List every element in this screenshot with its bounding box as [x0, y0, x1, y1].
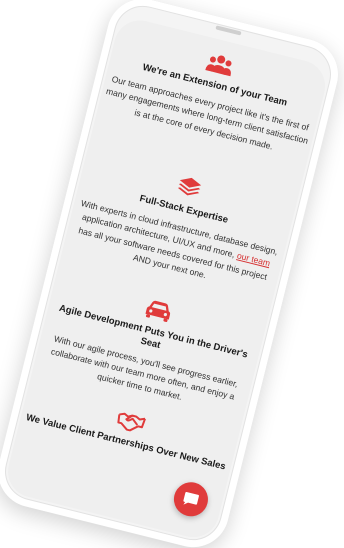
chat-button[interactable]: [170, 478, 212, 520]
phone-speaker: [215, 25, 242, 36]
car-icon: [145, 300, 171, 323]
chat-icon: [183, 491, 200, 505]
stage: We're an Extension of your Team Our team…: [0, 0, 344, 548]
users-icon: [205, 55, 232, 77]
feature-extension-of-team: We're an Extension of your Team Our team…: [101, 30, 323, 162]
feature-full-stack: Full-Stack Expertise With experts in clo…: [67, 152, 293, 299]
handshake-icon: [117, 412, 146, 432]
phone-mockup: We're an Extension of your Team Our team…: [0, 0, 344, 548]
layers-icon: [177, 177, 202, 196]
phone-screen[interactable]: We're an Extension of your Team Our team…: [2, 14, 331, 543]
